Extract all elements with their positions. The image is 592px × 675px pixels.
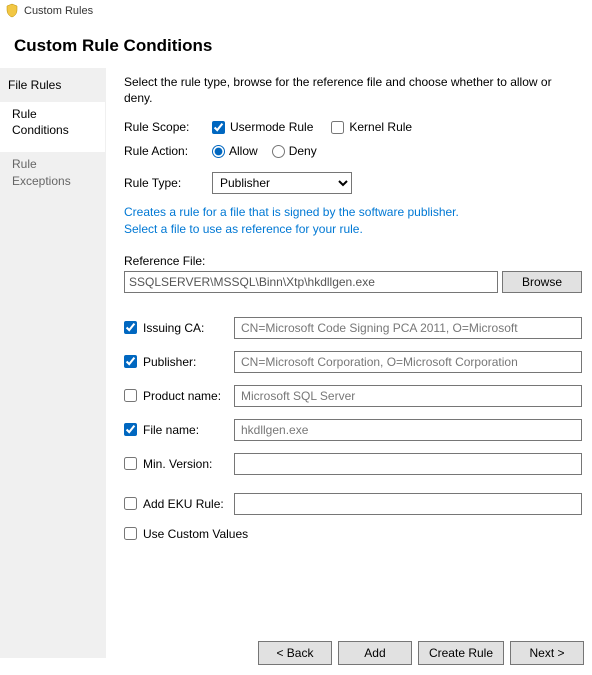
rule-type-hint: Creates a rule for a file that is signed… <box>124 204 582 238</box>
usermode-rule-label: Usermode Rule <box>230 120 313 134</box>
rule-type-row: Rule Type: Publisher <box>124 172 582 194</box>
next-button[interactable]: Next > <box>510 641 584 665</box>
issuing-ca-row: Issuing CA: <box>124 317 582 339</box>
publisher-value[interactable] <box>234 351 582 373</box>
publisher-label: Publisher: <box>143 355 196 369</box>
usermode-rule-checkbox[interactable]: Usermode Rule <box>212 120 313 134</box>
instruction-text: Select the rule type, browse for the ref… <box>124 74 582 106</box>
deny-radio[interactable]: Deny <box>272 144 317 158</box>
product-name-input[interactable] <box>124 389 137 402</box>
rule-scope-label: Rule Scope: <box>124 120 212 134</box>
add-eku-row: Add EKU Rule: <box>124 493 582 515</box>
product-name-value[interactable] <box>234 385 582 407</box>
file-name-label: File name: <box>143 423 199 437</box>
kernel-rule-input[interactable] <box>331 121 344 134</box>
add-eku-checkbox[interactable]: Add EKU Rule: <box>124 497 234 511</box>
deny-radio-input[interactable] <box>272 145 285 158</box>
issuing-ca-label: Issuing CA: <box>143 321 204 335</box>
deny-radio-label: Deny <box>289 144 317 158</box>
min-version-value[interactable] <box>234 453 582 475</box>
add-eku-label: Add EKU Rule: <box>143 497 224 511</box>
min-version-checkbox[interactable]: Min. Version: <box>124 457 234 471</box>
reference-file-label: Reference File: <box>124 254 582 268</box>
create-rule-button[interactable]: Create Rule <box>418 641 504 665</box>
use-custom-checkbox[interactable]: Use Custom Values <box>124 527 248 541</box>
file-name-value[interactable] <box>234 419 582 441</box>
allow-radio-label: Allow <box>229 144 258 158</box>
use-custom-label: Use Custom Values <box>143 527 248 541</box>
window-title: Custom Rules <box>24 5 93 17</box>
app-icon <box>4 3 20 19</box>
allow-radio-input[interactable] <box>212 145 225 158</box>
kernel-rule-checkbox[interactable]: Kernel Rule <box>331 120 412 134</box>
rule-type-label: Rule Type: <box>124 176 212 190</box>
rule-action-row: Rule Action: Allow Deny <box>124 144 582 158</box>
min-version-input[interactable] <box>124 457 137 470</box>
rule-action-label: Rule Action: <box>124 144 212 158</box>
sidebar-item-rule-exceptions[interactable]: Rule Exceptions <box>0 152 105 202</box>
issuing-ca-checkbox[interactable]: Issuing CA: <box>124 321 234 335</box>
usermode-rule-input[interactable] <box>212 121 225 134</box>
product-name-checkbox[interactable]: Product name: <box>124 389 234 403</box>
titlebar: Custom Rules <box>0 0 592 22</box>
file-name-checkbox[interactable]: File name: <box>124 423 234 437</box>
min-version-row: Min. Version: <box>124 453 582 475</box>
rule-scope-row: Rule Scope: Usermode Rule Kernel Rule <box>124 120 582 134</box>
footer-buttons: < Back Add Create Rule Next > <box>258 641 584 665</box>
product-name-label: Product name: <box>143 389 221 403</box>
sidebar-heading: File Rules <box>0 74 105 102</box>
reference-file-row: Browse <box>124 271 582 293</box>
use-custom-input[interactable] <box>124 527 137 540</box>
add-eku-value[interactable] <box>234 493 582 515</box>
sidebar: File Rules Rule Conditions Rule Exceptio… <box>0 68 106 658</box>
window: Custom Rules Custom Rule Conditions File… <box>0 0 592 675</box>
publisher-input[interactable] <box>124 355 137 368</box>
min-version-label: Min. Version: <box>143 457 212 471</box>
main-panel: Select the rule type, browse for the ref… <box>106 68 592 658</box>
page-title: Custom Rule Conditions <box>14 36 592 56</box>
add-eku-input[interactable] <box>124 497 137 510</box>
sidebar-item-rule-conditions[interactable]: Rule Conditions <box>0 102 105 152</box>
rule-type-select[interactable]: Publisher <box>212 172 352 194</box>
reference-file-input[interactable] <box>124 271 498 293</box>
back-button[interactable]: < Back <box>258 641 332 665</box>
content-area: File Rules Rule Conditions Rule Exceptio… <box>0 68 592 658</box>
issuing-ca-input[interactable] <box>124 321 137 334</box>
file-name-input[interactable] <box>124 423 137 436</box>
browse-button[interactable]: Browse <box>502 271 582 293</box>
publisher-row: Publisher: <box>124 351 582 373</box>
use-custom-row: Use Custom Values <box>124 527 582 544</box>
publisher-checkbox[interactable]: Publisher: <box>124 355 234 369</box>
add-button[interactable]: Add <box>338 641 412 665</box>
product-name-row: Product name: <box>124 385 582 407</box>
file-name-row: File name: <box>124 419 582 441</box>
issuing-ca-value[interactable] <box>234 317 582 339</box>
kernel-rule-label: Kernel Rule <box>349 120 412 134</box>
allow-radio[interactable]: Allow <box>212 144 258 158</box>
